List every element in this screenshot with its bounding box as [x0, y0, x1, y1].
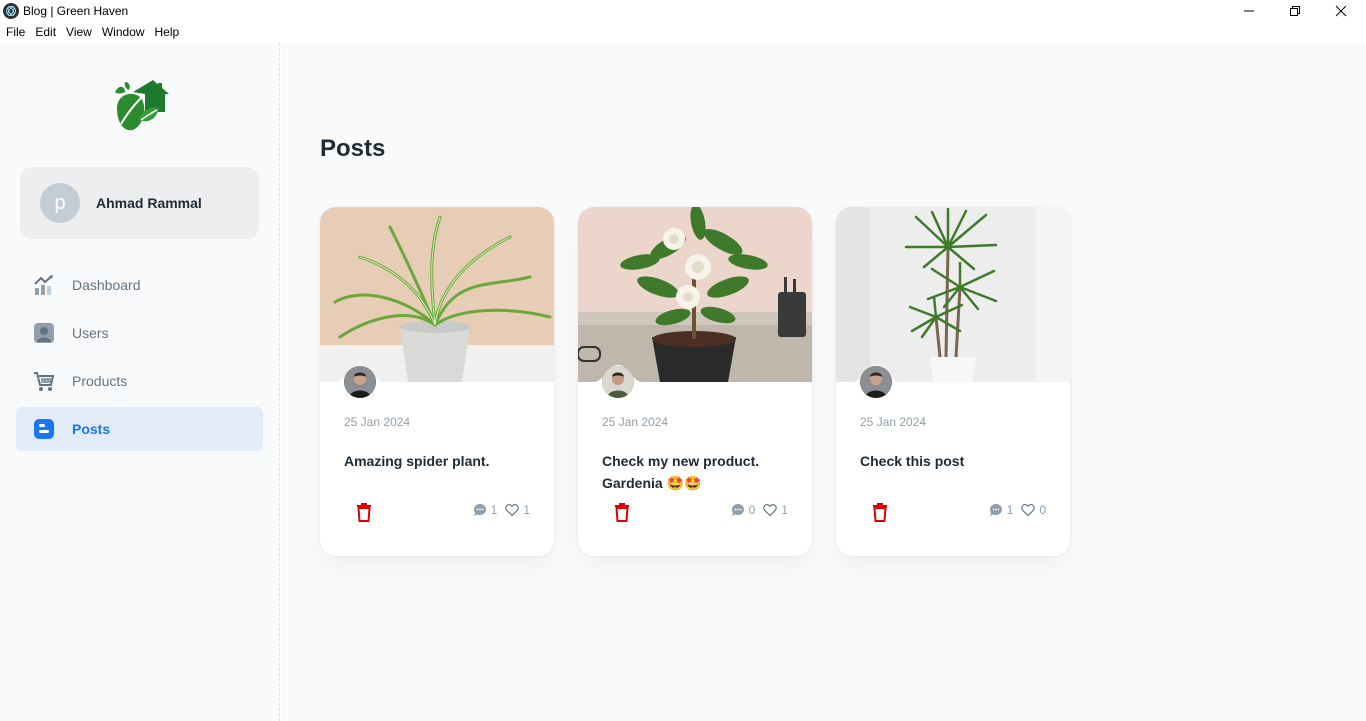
restore-icon [1290, 6, 1300, 16]
comments-count[interactable]: 1 [473, 503, 498, 517]
post-card[interactable]: 25 Jan 2024 Check this post 1 0 [836, 207, 1070, 556]
menu-help[interactable]: Help [150, 22, 185, 43]
close-icon [1335, 5, 1347, 17]
author-avatar[interactable] [344, 366, 376, 398]
post-text[interactable]: Amazing spider plant. [344, 450, 534, 472]
post-stats: 0 1 [723, 503, 788, 517]
sidebar-item-posts[interactable]: Posts [16, 407, 263, 451]
avatar: p [40, 183, 80, 223]
main-content: Posts 25 Jan 2024 Amazing spider plant. … [281, 43, 1366, 721]
blog-icon [32, 417, 56, 441]
sidebar-item-dashboard[interactable]: Dashboard [16, 263, 263, 307]
menu-view[interactable]: View [61, 22, 97, 43]
post-date: 25 Jan 2024 [344, 415, 411, 429]
heart-icon [505, 503, 520, 517]
likes-count[interactable]: 1 [505, 503, 530, 517]
post-date: 25 Jan 2024 [602, 415, 669, 429]
trash-icon [357, 503, 371, 522]
heart-icon [763, 503, 778, 517]
user-icon [32, 321, 56, 345]
close-button[interactable] [1318, 0, 1364, 22]
trash-icon [615, 503, 629, 522]
comment-icon [989, 504, 1002, 516]
comments-count[interactable]: 1 [989, 503, 1014, 517]
comments-value: 1 [490, 503, 498, 517]
sidebar-item-label: Products [72, 373, 128, 389]
sidebar-item-label: Users [72, 325, 109, 341]
post-date: 25 Jan 2024 [860, 415, 927, 429]
menu-edit[interactable]: Edit [30, 22, 61, 43]
sidebar-item-label: Posts [72, 421, 111, 437]
heart-icon [1021, 503, 1036, 517]
likes-value: 1 [523, 503, 530, 517]
window-titlebar: Blog | Green Haven [0, 0, 1366, 22]
post-card[interactable]: 25 Jan 2024 Amazing spider plant. 1 1 [320, 207, 554, 556]
sidebar-item-users[interactable]: Users [16, 311, 263, 355]
menu-file[interactable]: File [1, 22, 30, 43]
comment-icon [731, 504, 744, 516]
post-cover-image[interactable] [836, 207, 1070, 382]
cart-icon [32, 369, 56, 393]
author-avatar[interactable] [602, 366, 634, 398]
menu-bar: File Edit View Window Help [0, 22, 1366, 43]
post-text[interactable]: Check this post [860, 450, 1050, 472]
comment-icon [473, 504, 486, 516]
delete-post-button[interactable] [354, 502, 374, 522]
post-stats: 1 0 [981, 503, 1046, 517]
post-text[interactable]: Check my new product. Gardenia 🤩🤩 [602, 450, 792, 494]
comments-value: 1 [1006, 503, 1014, 517]
minimize-button[interactable] [1226, 0, 1272, 22]
window-title: Blog | Green Haven [23, 4, 129, 18]
post-cover-image[interactable] [578, 207, 812, 382]
account-card[interactable]: p Ahmad Rammal [20, 167, 259, 239]
post-stats: 1 1 [465, 503, 530, 517]
restore-button[interactable] [1272, 0, 1318, 22]
delete-post-button[interactable] [612, 502, 632, 522]
likes-count[interactable]: 0 [1021, 503, 1046, 517]
minimize-icon [1244, 10, 1254, 12]
likes-value: 0 [1039, 503, 1046, 517]
sidebar-nav: Dashboard Users Products Posts [16, 263, 263, 455]
comments-value: 0 [748, 503, 756, 517]
menu-window[interactable]: Window [97, 22, 150, 43]
post-card[interactable]: 25 Jan 2024 Check my new product. Garden… [578, 207, 812, 556]
sidebar-item-products[interactable]: Products [16, 359, 263, 403]
delete-post-button[interactable] [870, 502, 890, 522]
comments-count[interactable]: 0 [731, 503, 756, 517]
posts-grid: 25 Jan 2024 Amazing spider plant. 1 1 25… [320, 207, 1070, 556]
sidebar: p Ahmad Rammal Dashboard Users Products [0, 43, 280, 721]
likes-value: 1 [781, 503, 788, 517]
app-icon [3, 3, 19, 19]
trash-icon [873, 503, 887, 522]
likes-count[interactable]: 1 [763, 503, 788, 517]
post-cover-image[interactable] [320, 207, 554, 382]
account-name: Ahmad Rammal [96, 195, 202, 211]
chart-icon [32, 273, 56, 297]
page-title: Posts [320, 135, 386, 162]
green-haven-logo[interactable] [111, 80, 169, 136]
author-avatar[interactable] [860, 366, 892, 398]
sidebar-item-label: Dashboard [72, 277, 141, 293]
